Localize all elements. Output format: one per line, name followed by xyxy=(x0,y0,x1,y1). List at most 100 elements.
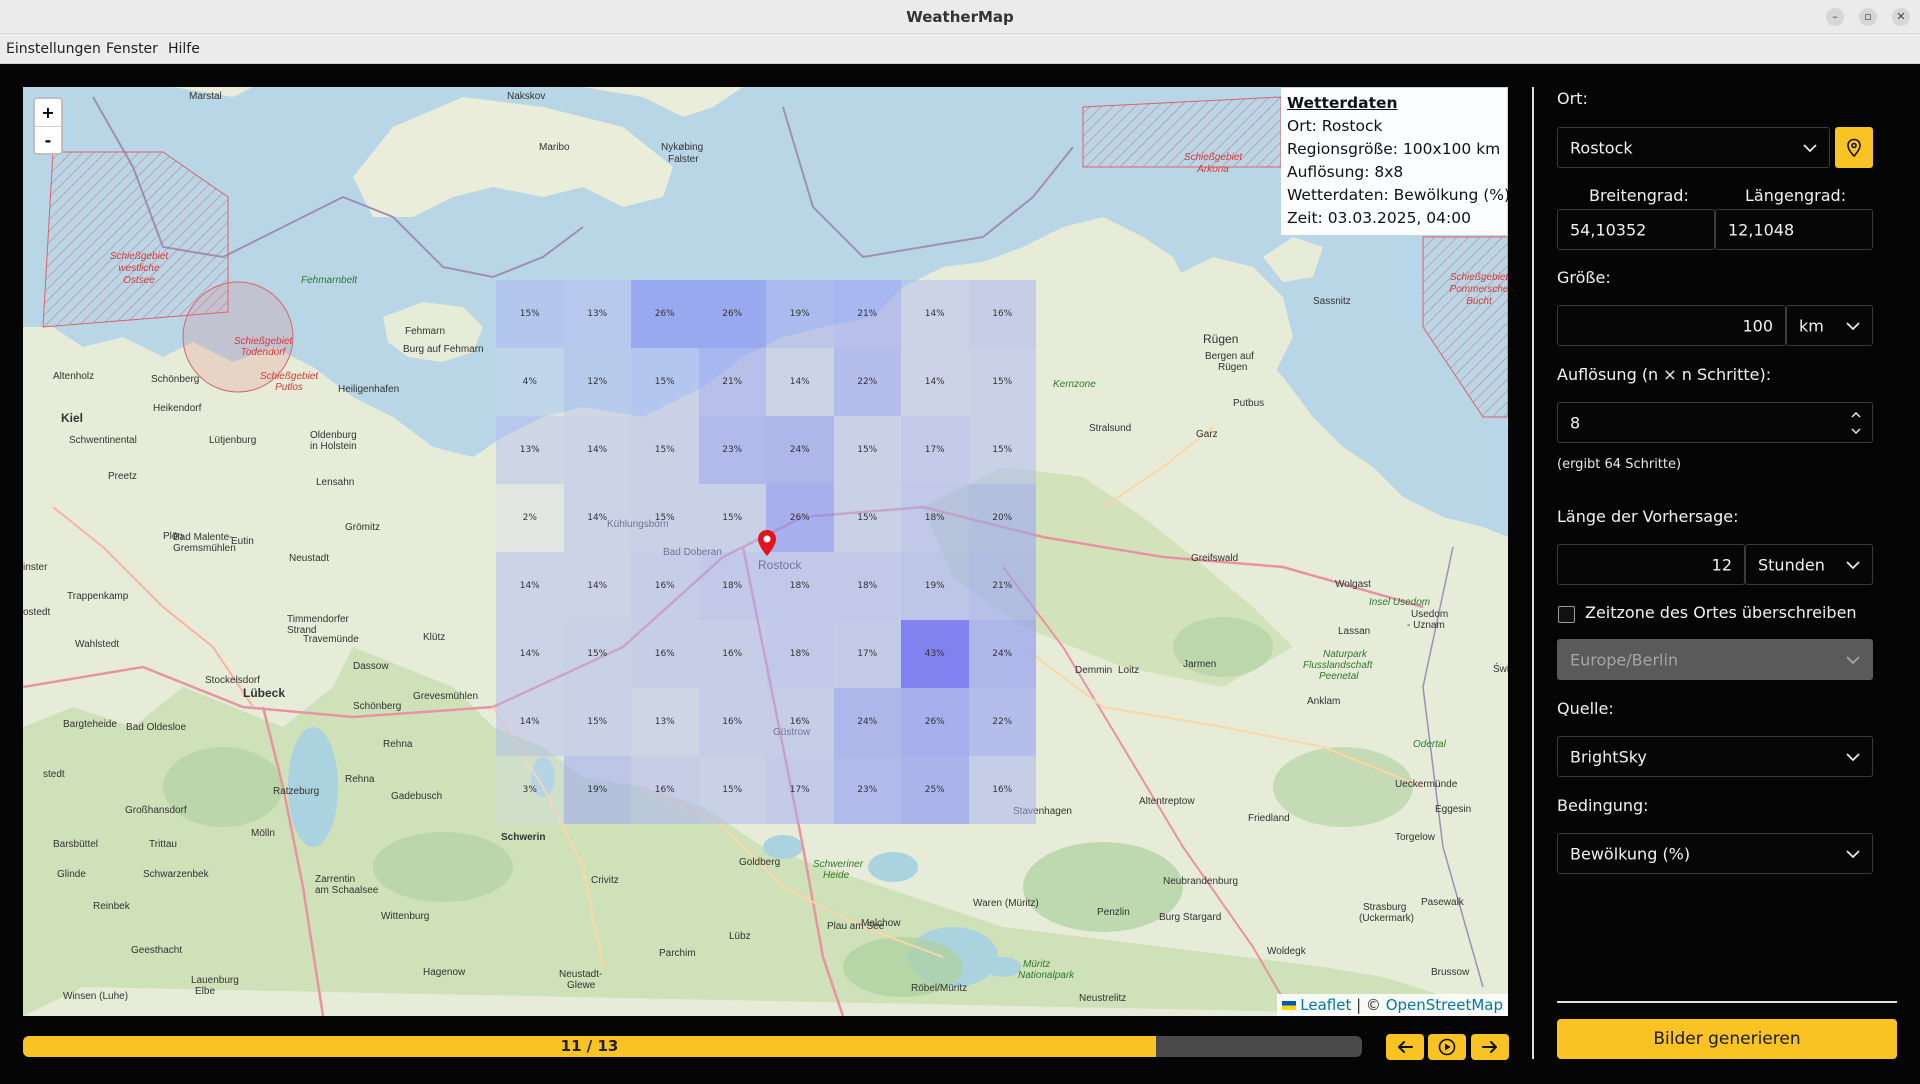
svg-text:(Uckermark): (Uckermark) xyxy=(1359,913,1414,924)
chevron-down-icon xyxy=(1803,143,1817,152)
grid-cell: 16% xyxy=(631,552,699,620)
forecast-label: Länge der Vorhersage: xyxy=(1557,507,1739,526)
svg-text:Lassan: Lassan xyxy=(1338,626,1370,637)
grid-cell: 19% xyxy=(563,756,631,824)
location-label: Ort: xyxy=(1557,89,1588,108)
grid-cell: 26% xyxy=(631,280,699,348)
grid-cell: 18% xyxy=(766,552,834,620)
svg-text:Glinde: Glinde xyxy=(57,869,86,880)
svg-text:Plau am See: Plau am See xyxy=(827,921,885,932)
grid-cell: 22% xyxy=(833,348,901,416)
forecast-input[interactable]: 12 xyxy=(1557,544,1745,585)
latitude-input[interactable]: 54,10352 xyxy=(1557,209,1715,250)
svg-text:Brussow: Brussow xyxy=(1431,967,1470,978)
resolution-value: 8 xyxy=(1570,413,1581,432)
grid-cell: 15% xyxy=(496,280,564,348)
info-data: Wetterdaten: Bewölkung (%) xyxy=(1287,186,1508,204)
svg-text:Strand: Strand xyxy=(287,625,316,636)
svg-text:Bergen auf: Bergen auf xyxy=(1205,351,1254,362)
svg-text:Putlos: Putlos xyxy=(275,382,303,393)
svg-text:Woldegk: Woldegk xyxy=(1267,946,1307,957)
zoom-out-button[interactable]: - xyxy=(35,126,61,153)
close-button[interactable]: ✕ xyxy=(1892,8,1910,26)
size-input[interactable]: 100 xyxy=(1557,305,1786,346)
svg-text:inster: inster xyxy=(23,562,48,573)
menu-bar: Einstellungen Fenster Hilfe xyxy=(0,34,1920,64)
osm-link[interactable]: OpenStreetMap xyxy=(1386,996,1503,1014)
resolution-label: Auflösung (n × n Schritte): xyxy=(1557,365,1772,384)
forecast-unit-select[interactable]: Stunden xyxy=(1745,544,1873,585)
svg-text:Lauenburg: Lauenburg xyxy=(191,975,239,986)
svg-text:- Uznam: - Uznam xyxy=(1407,620,1445,631)
svg-text:Gadebusch: Gadebusch xyxy=(391,791,442,802)
grid-cell: 21% xyxy=(833,280,901,348)
svg-text:Ratzeburg: Ratzeburg xyxy=(273,786,319,797)
zoom-in-button[interactable]: + xyxy=(35,99,61,126)
longitude-label: Längengrad: xyxy=(1745,186,1847,205)
grid-cell: 16% xyxy=(766,688,834,756)
condition-value: Bewölkung (%) xyxy=(1570,844,1691,863)
info-place: Ort: Rostock xyxy=(1287,117,1383,135)
panel-divider xyxy=(1532,87,1534,1059)
forecast-unit-value: Stunden xyxy=(1758,555,1825,574)
grid-cell: 24% xyxy=(968,620,1036,688)
timezone-override-checkbox[interactable] xyxy=(1558,606,1575,623)
svg-text:Insel Usedom: Insel Usedom xyxy=(1369,597,1430,608)
size-unit-select[interactable]: km xyxy=(1786,305,1873,346)
svg-text:Nationalpark: Nationalpark xyxy=(1018,970,1075,981)
grid-cell: 4% xyxy=(496,348,564,416)
svg-text:westliche: westliche xyxy=(118,263,160,274)
svg-text:Schießgebiet: Schießgebiet xyxy=(234,336,294,347)
play-button[interactable] xyxy=(1428,1034,1466,1060)
longitude-input[interactable]: 12,1048 xyxy=(1715,209,1873,250)
menu-settings[interactable]: Einstellungen xyxy=(6,41,101,57)
resolution-spinbox[interactable]: 8 xyxy=(1557,402,1873,443)
condition-select[interactable]: Bewölkung (%) xyxy=(1557,833,1873,874)
svg-text:Kiel: Kiel xyxy=(61,411,83,425)
leaflet-link[interactable]: Leaflet xyxy=(1300,996,1351,1014)
grid-cell: 16% xyxy=(698,688,766,756)
generate-images-button[interactable]: Bilder generieren xyxy=(1557,1019,1897,1059)
svg-text:Schönberg: Schönberg xyxy=(151,374,199,385)
info-title: Wetterdaten xyxy=(1287,94,1398,112)
svg-text:Reinbek: Reinbek xyxy=(93,901,131,912)
svg-text:Altenholz: Altenholz xyxy=(53,371,94,382)
grid-cell: 16% xyxy=(698,620,766,688)
grid-cell: 23% xyxy=(833,756,901,824)
svg-text:Lütjenburg: Lütjenburg xyxy=(209,435,256,446)
svg-text:Rehna: Rehna xyxy=(345,774,375,785)
svg-text:Preetz: Preetz xyxy=(108,471,137,482)
grid-cell: 15% xyxy=(563,688,631,756)
maximize-button[interactable]: ▫ xyxy=(1859,8,1877,26)
menu-window[interactable]: Fenster xyxy=(106,41,158,57)
chevron-down-icon xyxy=(1846,752,1860,761)
svg-text:Parchim: Parchim xyxy=(659,948,696,959)
map-view[interactable]: Marstal Nakskov Maribo Nykøbing Falster … xyxy=(23,87,1508,1016)
svg-text:Torgelow: Torgelow xyxy=(1395,832,1436,843)
location-marker-icon[interactable] xyxy=(757,529,777,557)
svg-text:Lübz: Lübz xyxy=(729,931,751,942)
locate-button[interactable] xyxy=(1835,127,1873,168)
timezone-select[interactable]: Europe/Berlin xyxy=(1557,639,1873,680)
svg-text:Nykøbing: Nykøbing xyxy=(661,142,703,153)
source-select[interactable]: BrightSky xyxy=(1557,736,1873,777)
svg-text:Lensahn: Lensahn xyxy=(316,477,354,488)
previous-button[interactable] xyxy=(1386,1034,1424,1060)
spin-arrows-icon[interactable] xyxy=(1850,409,1862,437)
timeline-progress[interactable]: 11 / 13 xyxy=(23,1036,1362,1057)
grid-cell: 18% xyxy=(833,552,901,620)
grid-cell: 18% xyxy=(766,620,834,688)
next-button[interactable] xyxy=(1471,1034,1509,1060)
grid-cell: 43% xyxy=(901,620,969,688)
svg-text:Wolgast: Wolgast xyxy=(1335,579,1371,590)
menu-help[interactable]: Hilfe xyxy=(168,41,200,57)
minimize-button[interactable]: – xyxy=(1826,8,1844,26)
attribution-separator: | © xyxy=(1351,996,1386,1014)
grid-cell: 13% xyxy=(496,416,564,484)
svg-text:Usedom: Usedom xyxy=(1411,609,1448,620)
svg-text:Fehmarn: Fehmarn xyxy=(405,326,445,337)
info-time: Zeit: 03.03.2025, 04:00 xyxy=(1287,209,1471,227)
grid-cell: 16% xyxy=(968,280,1036,348)
location-select[interactable]: Rostock xyxy=(1557,127,1830,168)
grid-cell: 14% xyxy=(496,620,564,688)
